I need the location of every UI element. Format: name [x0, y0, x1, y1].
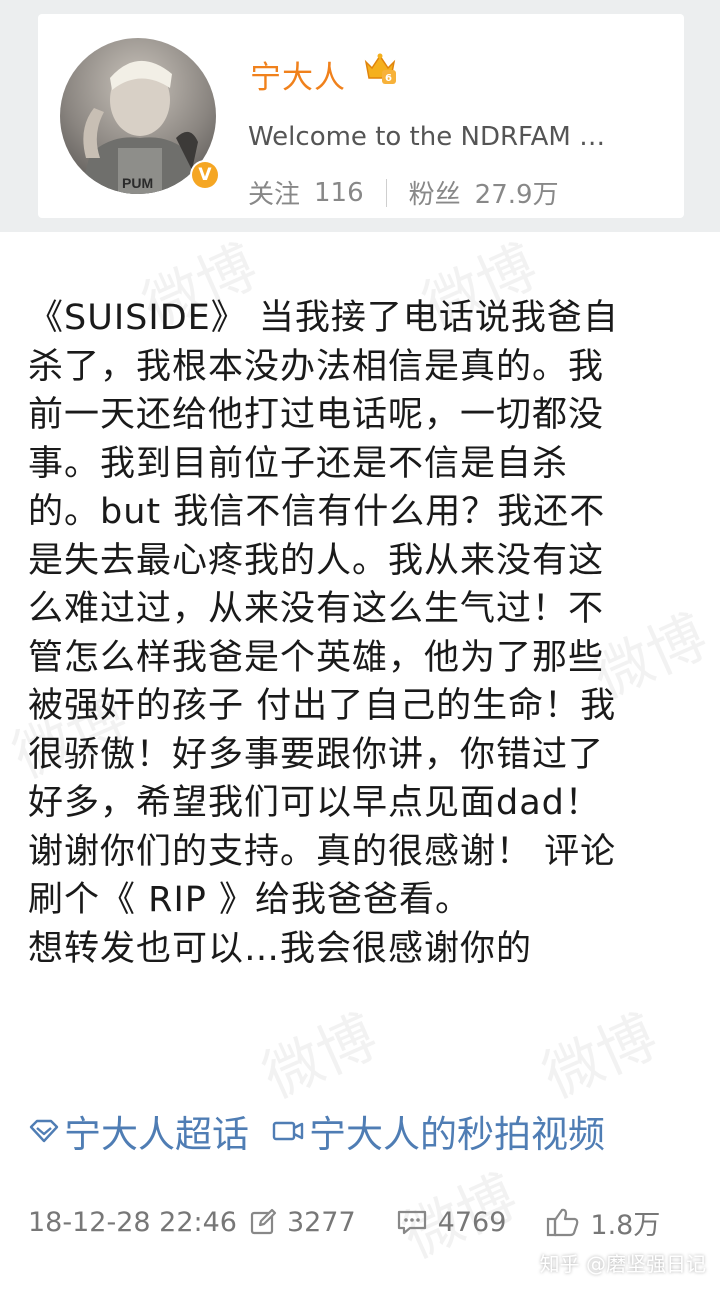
comment-bubble-icon: [397, 1210, 426, 1235]
crown-vip-icon: 6: [364, 53, 396, 84]
post-line: 是失去最心疼我的人。我从来没有这: [28, 540, 605, 581]
supertopic-label[interactable]: 宁大人超话: [64, 1104, 249, 1158]
video-label[interactable]: 宁大人的秒拍视频: [309, 1104, 605, 1158]
following-count[interactable]: 116: [314, 178, 364, 208]
followers-label[interactable]: 粉丝: [409, 174, 461, 211]
thumbs-up-icon: [547, 1208, 579, 1237]
repost-count[interactable]: 3277: [287, 1207, 356, 1238]
post-line: 被强奸的孩子 付出了自己的生命！我: [28, 686, 617, 726]
profile-card[interactable]: PUM V 宁大人 6 Welcome to the NDRFAM … 关注 1…: [38, 14, 684, 218]
topic-links: 宁大人超话 宁大人的秒拍视频: [28, 1104, 605, 1158]
post-line: 事。我到目前位子还是不信是自杀: [28, 443, 569, 484]
post-line: 想转发也可以…我会很感谢你的: [28, 928, 533, 969]
profile-bio: Welcome to the NDRFAM …: [248, 122, 606, 152]
comment-button[interactable]: 4769: [396, 1207, 507, 1238]
post-line: 谢谢你们的支持。真的很感谢！ 评论: [28, 831, 617, 872]
post-footer: 18-12-28 22:46 3277 4769 1.8万: [28, 1200, 698, 1244]
zhihu-watermark: 知乎 @磨坚强日记: [539, 1252, 706, 1276]
svg-text:PUM: PUM: [122, 175, 153, 191]
supertopic-diamond-icon: [29, 1119, 59, 1143]
post-line: 的。but 我信不信有什么用？我还不: [28, 492, 606, 532]
supertopic-link[interactable]: 宁大人超话: [28, 1104, 249, 1158]
post-line: 刷个《 RIP 》给我爸爸看。: [28, 880, 471, 920]
post-line: 《SUISIDE》 当我接了电话说我爸自: [28, 298, 619, 338]
stats-divider: [385, 178, 387, 207]
avatar-container[interactable]: PUM V: [60, 38, 220, 194]
repost-edit-icon: [250, 1208, 277, 1235]
repost-button[interactable]: 3277: [249, 1207, 356, 1238]
post-line: 好多，希望我们可以早点见面dad！: [28, 783, 601, 823]
video-link[interactable]: 宁大人的秒拍视频: [271, 1104, 605, 1158]
profile-stats: 关注 116 粉丝 27.9万: [248, 174, 559, 211]
post-line: 前一天还给他打过电话呢，一切都没: [28, 395, 605, 435]
comment-count[interactable]: 4769: [438, 1207, 507, 1238]
post-timestamp: 18-12-28 22:46: [28, 1206, 237, 1238]
post-line: 么难过过，从来没有这么生气过！不: [28, 589, 605, 629]
post-line: 杀了，我根本没办法相信是真的。我: [28, 346, 605, 387]
svg-text:6: 6: [385, 73, 392, 84]
post-text: 《SUISIDE》 当我接了电话说我爸自 杀了，我根本没办法相信是真的。我 前一…: [28, 294, 698, 973]
video-camera-icon: [272, 1121, 304, 1141]
followers-count[interactable]: 27.9万: [475, 174, 559, 211]
verified-badge: V: [190, 160, 220, 190]
weibo-watermark: 微博: [533, 1001, 667, 1112]
like-button[interactable]: 1.8万: [546, 1203, 660, 1242]
username[interactable]: 宁大人: [250, 52, 346, 97]
post-line: 很骄傲！好多事要跟你讲，你错过了: [28, 734, 605, 775]
following-label[interactable]: 关注: [248, 174, 300, 211]
like-count[interactable]: 1.8万: [590, 1203, 660, 1242]
verified-v-icon: V: [192, 162, 218, 188]
weibo-watermark: 微博: [253, 1001, 387, 1112]
post-line: 管怎么样我爸是个英雄，他为了那些: [28, 637, 605, 678]
